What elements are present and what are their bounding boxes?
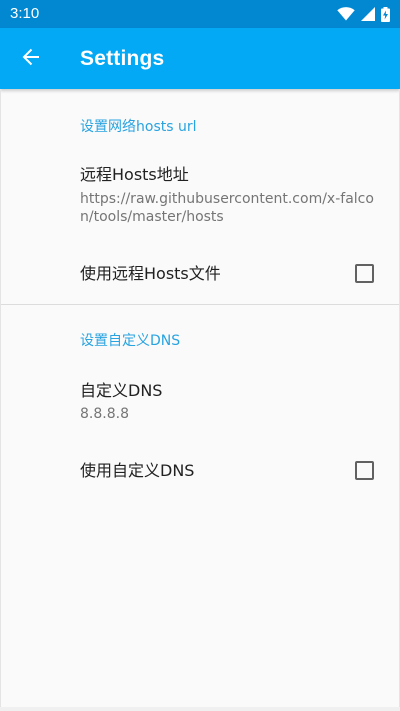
edge-line-left	[0, 89, 1, 711]
pref-remote-hosts-url[interactable]: 远程Hosts地址 https://raw.githubusercontent.…	[0, 149, 400, 231]
category-divider	[0, 304, 400, 305]
pref-title: 使用远程Hosts文件	[80, 264, 221, 283]
category-title-hosts: 设置网络hosts url	[80, 119, 197, 135]
app-bar: Settings	[0, 28, 400, 89]
arrow-back-icon	[21, 47, 41, 71]
pref-title: 使用自定义DNS	[80, 461, 195, 480]
pref-summary: https://raw.githubusercontent.com/x-falc…	[80, 191, 374, 225]
pref-custom-dns[interactable]: 自定义DNS 8.8.8.8	[0, 365, 400, 429]
pref-title: 远程Hosts地址	[80, 165, 189, 184]
status-icons	[337, 5, 390, 23]
signal-icon	[361, 7, 375, 21]
use-remote-hosts-checkbox[interactable]	[355, 264, 374, 283]
pref-use-remote-hosts[interactable]: 使用远程Hosts文件	[0, 247, 400, 302]
battery-icon	[381, 6, 390, 22]
back-button[interactable]	[10, 38, 52, 80]
page-title: Settings	[80, 47, 165, 70]
use-custom-dns-checkbox[interactable]	[355, 461, 374, 480]
pref-use-custom-dns[interactable]: 使用自定义DNS	[0, 445, 400, 500]
pref-summary: 8.8.8.8	[80, 406, 129, 422]
category-title-dns: 设置自定义DNS	[80, 333, 181, 349]
bottom-edge	[0, 707, 400, 711]
pref-title: 自定义DNS	[80, 381, 163, 400]
wifi-icon	[337, 7, 355, 21]
status-bar: 3:10	[0, 0, 400, 28]
status-time: 3:10	[10, 5, 40, 22]
